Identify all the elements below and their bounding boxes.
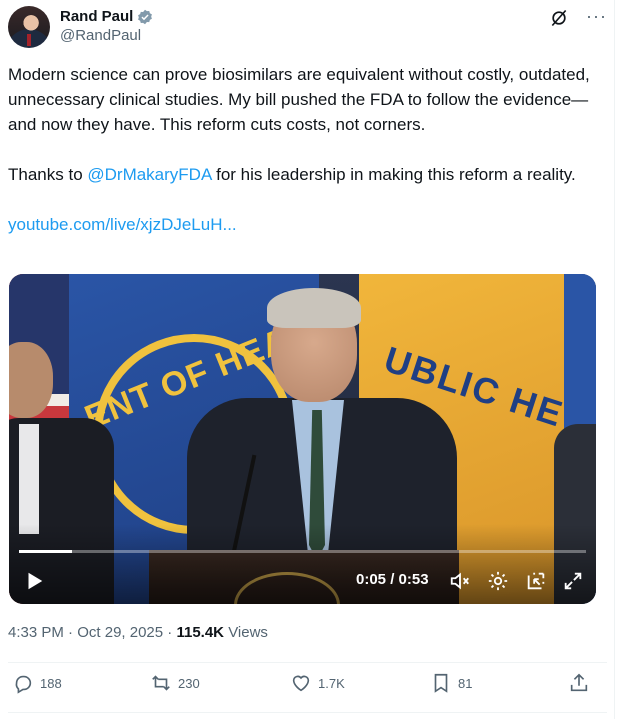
divider (8, 712, 607, 713)
heart-icon (292, 675, 310, 692)
post-paragraph-2: Thanks to @DrMakaryFDA for his leadershi… (8, 162, 598, 187)
more-options-icon[interactable]: ··· (586, 6, 607, 27)
thanks-suffix: for his leadership in making this reform… (211, 165, 576, 184)
repost-icon (152, 675, 170, 691)
bookmark-icon (434, 673, 448, 693)
share-icon (570, 673, 588, 692)
post-header: Rand Paul @RandPaul ··· (8, 6, 607, 50)
video-time: 0:05 / 0:53 (356, 571, 429, 588)
grok-icon[interactable] (549, 8, 569, 28)
settings-gear-icon[interactable] (487, 570, 509, 592)
bookmark-button[interactable]: 81 (430, 672, 472, 694)
post-meta: 4:33 PM · Oct 29, 2025 · 115.4K Views (8, 624, 268, 641)
reply-button[interactable]: 188 (12, 672, 62, 694)
like-button[interactable]: 1.7K (290, 672, 345, 694)
author-name-row[interactable]: Rand Paul (60, 8, 153, 25)
fullscreen-icon[interactable] (562, 570, 584, 592)
views-label: Views (228, 624, 268, 641)
post-date[interactable]: Oct 29, 2025 (77, 624, 163, 641)
reply-icon (15, 675, 32, 694)
author-handle[interactable]: @RandPaul (60, 27, 141, 44)
share-button[interactable] (568, 672, 590, 694)
action-bar: 188 230 1.7K 81 (8, 672, 596, 702)
thanks-prefix: Thanks to (8, 165, 88, 184)
mention-link[interactable]: @DrMakaryFDA (87, 165, 211, 184)
youtube-link[interactable]: youtube.com/live/xjzDJeLuH... (8, 215, 237, 234)
video-progress-bar[interactable] (19, 550, 586, 553)
avatar[interactable] (8, 6, 50, 48)
repost-count: 230 (178, 675, 200, 691)
bookmark-count: 81 (458, 675, 473, 691)
post-paragraph-1: Modern science can prove biosimilars are… (8, 65, 590, 134)
reply-count: 188 (40, 675, 62, 691)
mute-icon[interactable] (449, 570, 471, 592)
play-icon[interactable] (23, 570, 45, 592)
picture-in-picture-icon[interactable] (525, 570, 547, 592)
post-time[interactable]: 4:33 PM (8, 624, 64, 641)
divider (8, 662, 607, 663)
verified-badge-icon (138, 9, 153, 24)
views-count: 115.4K (176, 624, 225, 641)
video-progress-fill (19, 550, 73, 553)
post-text: Modern science can prove biosimilars are… (8, 62, 598, 237)
like-count: 1.7K (318, 675, 345, 691)
author-name[interactable]: Rand Paul (60, 8, 133, 25)
repost-button[interactable]: 230 (150, 672, 200, 694)
video-player[interactable]: ENT OF HEA UBLIC HE 0:05 / 0:53 (9, 274, 596, 604)
column-border (614, 0, 615, 719)
